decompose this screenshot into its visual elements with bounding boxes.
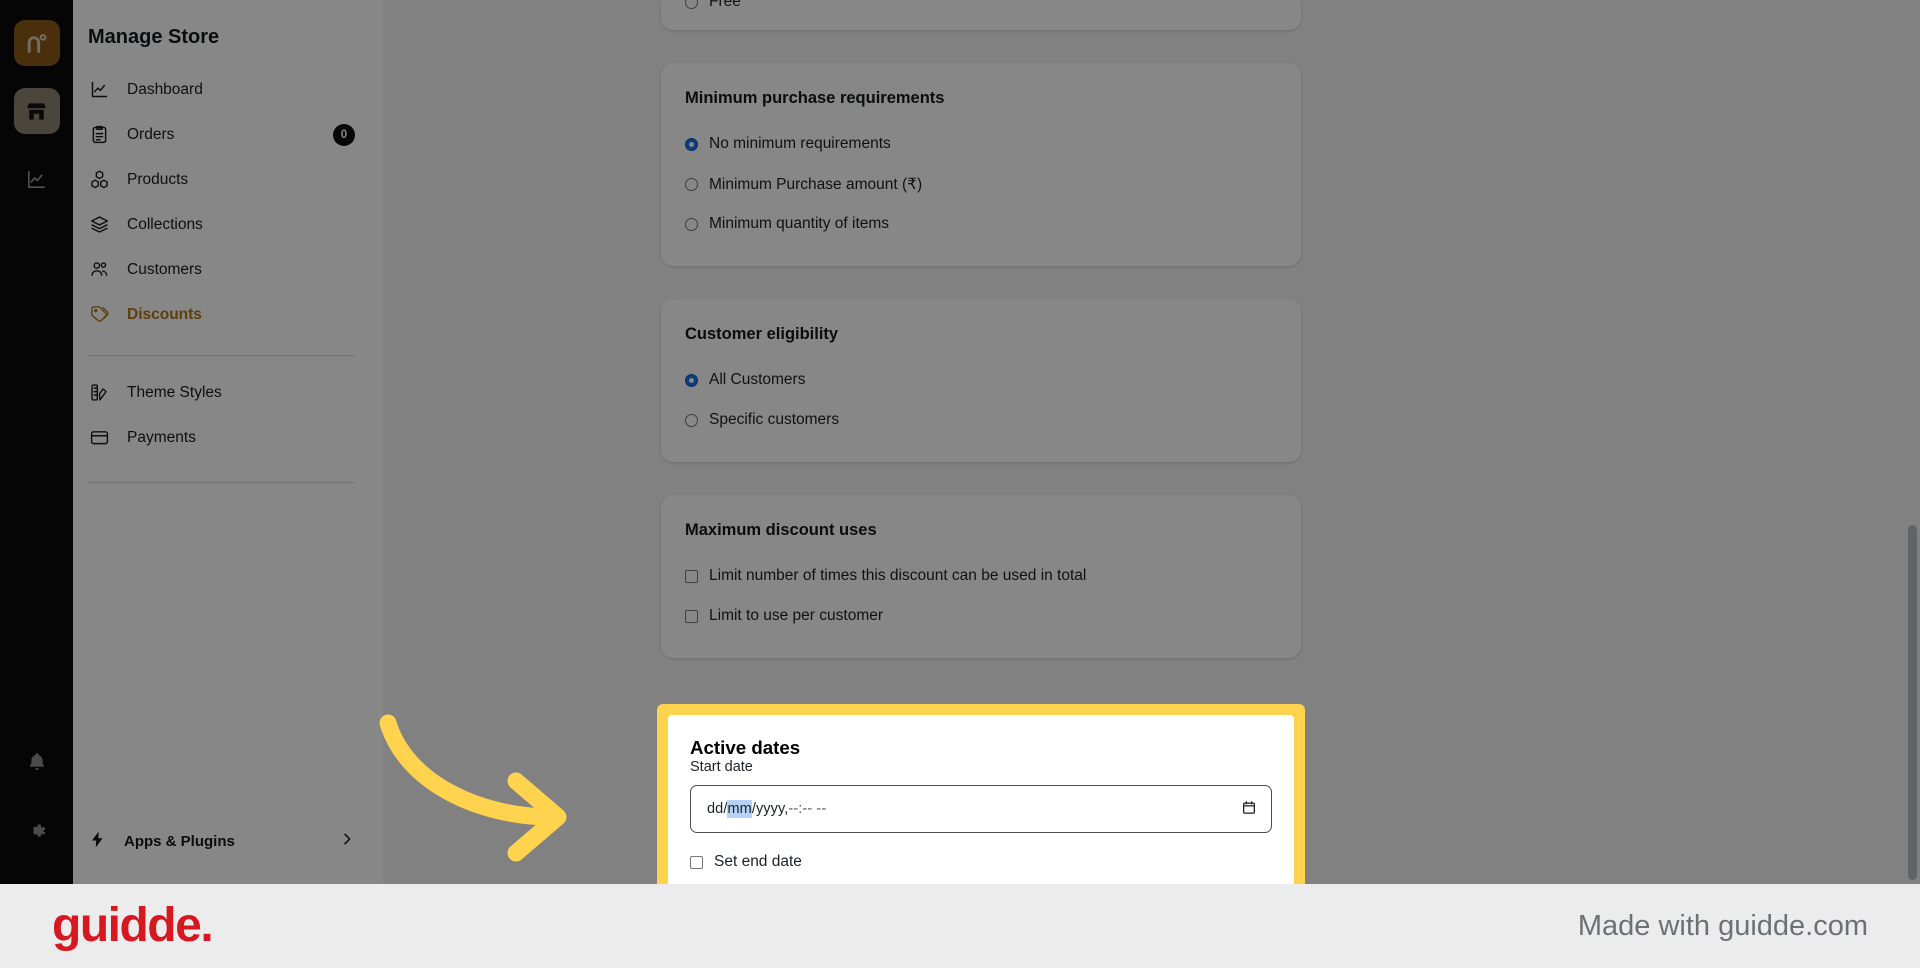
option-row-all-customers[interactable]: All Customers: [685, 364, 1277, 396]
sidebar-item-label: Products: [127, 170, 189, 188]
option-label: Minimum quantity of items: [709, 215, 890, 232]
orders-badge: 0: [333, 123, 355, 146]
option-label: Free: [709, 0, 741, 10]
app-window: Free Minimum purchase requirements No mi…: [0, 0, 1920, 884]
sidebar-item-orders[interactable]: Orders 0: [88, 112, 355, 157]
sidebar-item-payments[interactable]: Payments: [88, 415, 355, 460]
radio-no-minimum-requirements[interactable]: [685, 137, 698, 151]
sidebar-divider: [88, 355, 355, 356]
rail-item-analytics[interactable]: [14, 156, 60, 202]
card-title: Customer eligibility: [685, 325, 839, 343]
clipboard-icon: [88, 124, 110, 146]
sidebar-item-discounts[interactable]: Discounts: [88, 292, 355, 337]
card-title: Minimum purchase requirements: [685, 89, 945, 107]
card-active-dates-inner: Active dates Start date dd/mm/yyyy, --:-…: [668, 715, 1294, 884]
rail-item-store[interactable]: [13, 88, 60, 134]
sidebar-item-label: Payments: [127, 428, 196, 446]
sidebar-item-collections[interactable]: Collections: [88, 202, 355, 247]
option-label: Specific customers: [709, 411, 840, 428]
guidde-footer-band: guidde. Made with guidde.com: [0, 884, 1920, 968]
calendar-icon[interactable]: [1241, 799, 1257, 820]
start-date-input[interactable]: dd/mm/yyyy, --:-- --: [690, 785, 1272, 833]
card-maximum-discount-uses: Maximum discount uses Limit number of ti…: [661, 495, 1301, 658]
start-date-year-segment[interactable]: /yyyy,: [752, 801, 789, 817]
option-row-no-minimum[interactable]: No minimum requirements: [685, 128, 1277, 160]
sidebar-title: Manage Store: [88, 26, 220, 48]
guidde-logo: guidde.: [52, 899, 214, 952]
annotation-arrow-icon: [370, 705, 600, 870]
checkbox-limit-number-of-times[interactable]: [685, 569, 698, 583]
sidebar-item-label: Orders: [127, 125, 175, 143]
start-date-time-segment[interactable]: --:-- --: [788, 801, 826, 817]
card-customer-eligibility: Customer eligibility All Customers Speci…: [661, 299, 1301, 462]
sidebar-footer: Apps & Plugins: [73, 820, 383, 884]
option-label: No minimum requirements: [709, 135, 891, 152]
radio-minimum-quantity-of-items[interactable]: [685, 217, 698, 231]
checkbox-set-end-date[interactable]: [690, 855, 703, 869]
radio-free[interactable]: [685, 0, 698, 9]
card-active-dates: Active dates Start date dd/mm/yyyy, --:-…: [657, 704, 1305, 884]
sidebar-item-dashboard[interactable]: Dashboard: [88, 67, 355, 112]
card-title: Maximum discount uses: [685, 521, 877, 539]
sidebar-divider-bottom: [88, 482, 355, 483]
layers-icon: [88, 214, 110, 236]
palette-icon: [88, 382, 110, 404]
wallet-icon: [88, 427, 110, 449]
sidebar: Manage Store Dashboard Orders 0 Products…: [73, 0, 383, 884]
option-row-limit-total[interactable]: Limit number of times this discount can …: [685, 560, 1277, 592]
users-icon: [88, 259, 110, 281]
card-minimum-purchase-requirements: Minimum purchase requirements No minimum…: [661, 63, 1301, 266]
sidebar-item-theme-styles[interactable]: Theme Styles: [88, 370, 355, 415]
sidebar-item-label: Customers: [127, 260, 202, 278]
sidebar-item-label: Apps & Plugins: [124, 832, 235, 850]
icon-rail: [0, 0, 73, 884]
app-root: Free Minimum purchase requirements No mi…: [0, 0, 1920, 968]
radio-specific-customers[interactable]: [685, 413, 698, 427]
option-label: Set end date: [714, 853, 802, 870]
start-date-day-segment[interactable]: dd/: [707, 801, 727, 817]
sidebar-nav: Dashboard Orders 0 Products Collections …: [73, 67, 383, 483]
option-label: Limit number of times this discount can …: [709, 567, 1087, 584]
option-row-minimum-amount[interactable]: Minimum Purchase amount (₹): [685, 168, 1277, 200]
sidebar-item-products[interactable]: Products: [88, 157, 355, 202]
bolt-icon: [88, 830, 107, 853]
boxes-icon: [88, 169, 110, 191]
start-date-month-segment[interactable]: mm: [727, 800, 752, 818]
option-label: Limit to use per customer: [709, 607, 884, 624]
option-label: All Customers: [709, 371, 806, 388]
sidebar-item-label: Collections: [127, 215, 203, 233]
option-row-minimum-quantity[interactable]: Minimum quantity of items: [685, 208, 1277, 240]
sidebar-item-label: Dashboard: [127, 80, 203, 98]
option-row[interactable]: Free: [685, 0, 1277, 18]
rail-bottom-group: [25, 750, 49, 884]
option-label: Minimum Purchase amount (₹): [709, 175, 923, 193]
radio-all-customers[interactable]: [685, 373, 698, 387]
tag-icon: [88, 304, 110, 326]
chart-line-icon: [88, 79, 110, 101]
sidebar-item-apps-plugins[interactable]: Apps & Plugins: [88, 820, 355, 862]
sidebar-item-label: Theme Styles: [127, 383, 222, 401]
option-row-specific-customers[interactable]: Specific customers: [685, 404, 1277, 436]
gear-icon[interactable]: [25, 819, 49, 848]
card-discount-value-partial: Free: [661, 0, 1301, 30]
sidebar-item-customers[interactable]: Customers: [88, 247, 355, 292]
made-with-guidde-label: Made with guidde.com: [1577, 909, 1868, 942]
checkbox-limit-per-customer[interactable]: [685, 609, 698, 623]
sidebar-item-label: Discounts: [127, 305, 202, 323]
card-title: Active dates: [690, 737, 801, 758]
radio-minimum-purchase-amount[interactable]: [685, 177, 698, 191]
start-date-label: Start date: [690, 759, 753, 775]
option-row-limit-per-customer[interactable]: Limit to use per customer: [685, 600, 1277, 632]
form-column: Free Minimum purchase requirements No mi…: [661, 0, 1301, 691]
chevron-right-icon: [339, 831, 355, 851]
option-row-set-end-date[interactable]: Set end date: [690, 853, 1272, 871]
scrollbar-thumb[interactable]: [1908, 525, 1917, 880]
app-logo-icon[interactable]: [13, 20, 60, 66]
bell-icon[interactable]: [25, 750, 49, 779]
